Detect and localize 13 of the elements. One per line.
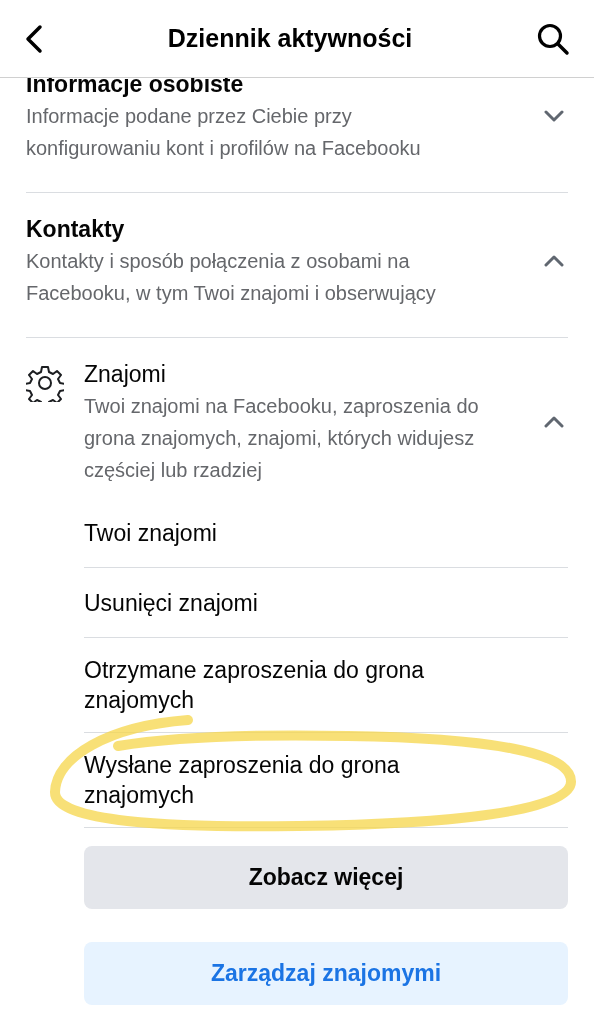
section-title: Znajomi	[84, 360, 167, 389]
manage-button[interactable]: Zarządzaj znajomymi	[84, 942, 568, 1005]
list-item[interactable]: Wysłane zaproszenia do grona znajomych	[84, 733, 568, 828]
list-item[interactable]: Usunięci znajomi	[84, 568, 568, 638]
page-title: Dziennik aktywności	[167, 22, 413, 54]
section-description: Kontakty i sposób połączenia z osobami na Facebooku, w tym Twoi znajomi i obserwujący	[26, 249, 437, 306]
list-item[interactable]: Otrzymane zaproszenia do grona znajomych	[84, 638, 568, 733]
see-more-button[interactable]: Zobacz więcej	[84, 846, 568, 909]
section-title: Informacje osobiste	[26, 70, 245, 99]
section-description: Twoi znajomi na Facebooku, zaproszenia do grona znajomych, znajomi, których widujesz częściej lub rzadziej	[84, 394, 480, 483]
list-item[interactable]: Twoi znajomi	[84, 498, 568, 568]
section-title: Kontakty	[26, 215, 126, 244]
section-description: Informacje podane przez Ciebie przy konfigurowaniu kont i profilów na Facebooku	[26, 104, 422, 161]
